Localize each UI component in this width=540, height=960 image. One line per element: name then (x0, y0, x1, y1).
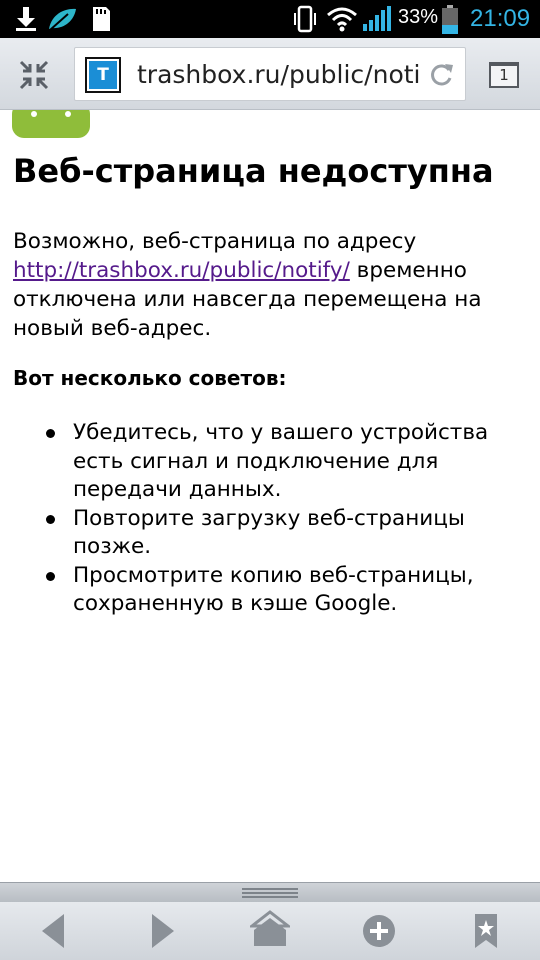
tabs-button[interactable]: 1 (489, 62, 519, 88)
download-icon (16, 7, 36, 31)
page-url-link[interactable]: http://trashbox.ru/public/notify/ (13, 258, 350, 283)
favicon-icon: T (85, 57, 121, 93)
page-content: Веб-страница недоступна Возможно, веб-ст… (0, 110, 540, 882)
list-item: Повторите загрузку веб-страницы позже. (46, 505, 513, 562)
wifi-icon (327, 7, 357, 32)
leaf-icon (49, 8, 76, 31)
battery-percent: 33% (398, 6, 439, 28)
tips-list: Убедитесь, что у вашего устройства есть … (46, 419, 513, 619)
browser-toolbar: T trashbox.ru/public/notify/ 1 (0, 38, 540, 110)
address-bar[interactable]: T trashbox.ru/public/notify/ (74, 47, 466, 101)
bottom-nav-bar (0, 902, 540, 960)
list-item: Просмотрите копию веб-страницы, сохранен… (46, 562, 513, 619)
toolbar-drag-handle[interactable] (0, 882, 540, 902)
bullet-icon (46, 429, 55, 438)
list-item: Убедитесь, что у вашего устройства есть … (46, 419, 513, 505)
vibrate-icon (294, 5, 316, 33)
error-description: Возможно, веб-страница по адресу http://… (13, 227, 533, 343)
signal-icon (363, 6, 391, 31)
back-icon[interactable] (40, 902, 66, 960)
page-title: Веб-страница недоступна (13, 152, 494, 190)
clock: 21:09 (470, 5, 531, 32)
home-icon[interactable] (250, 902, 290, 960)
intro-before-link: Возможно, веб-страница по адресу (13, 229, 417, 254)
reload-icon[interactable] (427, 61, 455, 89)
add-icon[interactable] (362, 902, 396, 960)
url-text[interactable]: trashbox.ru/public/notify/ (137, 60, 419, 89)
fullscreen-exit-icon[interactable] (18, 59, 50, 91)
tips-heading: Вот несколько советов: (13, 366, 287, 390)
grip-icon (242, 888, 298, 898)
tab-count: 1 (499, 66, 509, 84)
bullet-icon (46, 571, 55, 581)
bookmarks-icon[interactable] (472, 902, 500, 960)
sd-card-icon (93, 7, 110, 31)
battery-icon (442, 5, 458, 34)
android-logo-icon (12, 110, 90, 138)
forward-icon[interactable] (150, 902, 176, 960)
tip-text: Убедитесь, что у вашего устройства есть … (73, 420, 489, 502)
tip-text: Просмотрите копию веб-страницы, сохранен… (73, 562, 474, 617)
tip-text: Повторите загрузку веб-страницы позже. (73, 505, 465, 560)
bullet-icon (46, 514, 55, 524)
favicon-letter: T (89, 61, 117, 89)
status-bar: 33% 21:09 (0, 0, 540, 38)
